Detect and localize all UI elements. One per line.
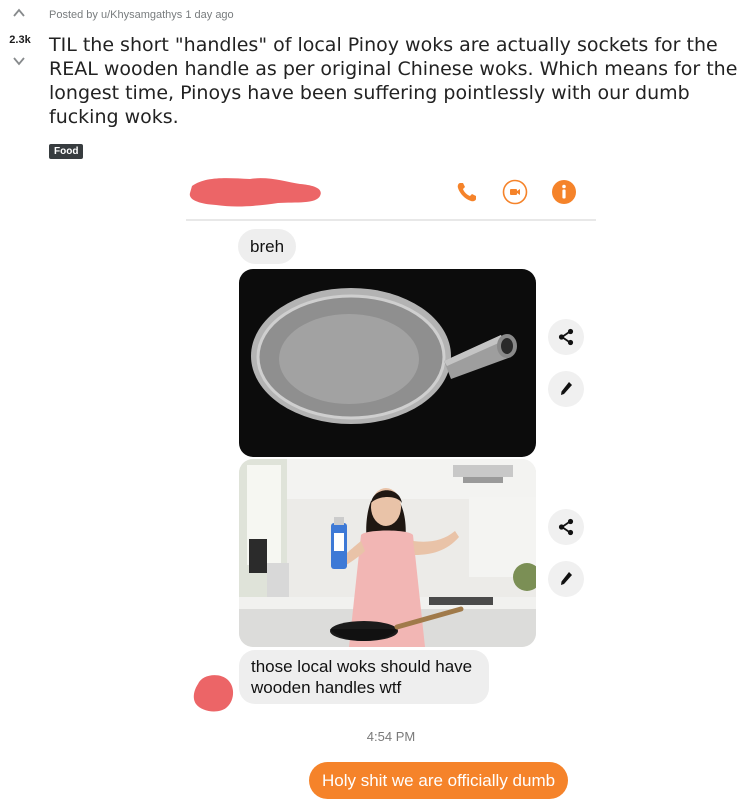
share-button[interactable]: [548, 319, 584, 355]
message-bubble-incoming[interactable]: breh: [238, 229, 297, 264]
info-icon[interactable]: [551, 179, 577, 205]
edit-button[interactable]: [548, 371, 584, 407]
kitchen-woman-photo[interactable]: [239, 459, 536, 647]
upvote-arrow-icon[interactable]: [12, 6, 26, 20]
phone-icon[interactable]: [454, 179, 480, 205]
post-title[interactable]: TIL the short "handles" of local Pinoy w…: [49, 33, 739, 129]
vote-count: 2.3k: [9, 34, 31, 46]
pencil-icon: [561, 382, 572, 395]
message-timestamp: 4:54 PM: [366, 729, 416, 744]
chat-screenshot: breh those local woks should have wooden…: [186, 165, 596, 803]
post-flair[interactable]: Food: [49, 144, 84, 159]
share-icon: [558, 328, 574, 346]
wok-photo[interactable]: [239, 269, 536, 457]
post-meta: Posted by u/Khysamgathys 1 day ago: [49, 9, 234, 21]
share-button[interactable]: [548, 509, 584, 545]
video-icon[interactable]: [502, 179, 528, 205]
vote-column: 2.3k: [0, 0, 40, 803]
message-bubble-outgoing[interactable]: Holy shit we are officially dumb: [309, 762, 569, 799]
redacted-contact-name: [188, 174, 324, 208]
redacted-avatar: [190, 670, 236, 714]
message-bubble-incoming[interactable]: those local woks should have wooden hand…: [239, 650, 489, 704]
share-icon: [558, 518, 574, 536]
downvote-arrow-icon[interactable]: [12, 54, 26, 68]
edit-button[interactable]: [548, 561, 584, 597]
chat-header: [186, 165, 596, 221]
pencil-icon: [561, 572, 572, 585]
